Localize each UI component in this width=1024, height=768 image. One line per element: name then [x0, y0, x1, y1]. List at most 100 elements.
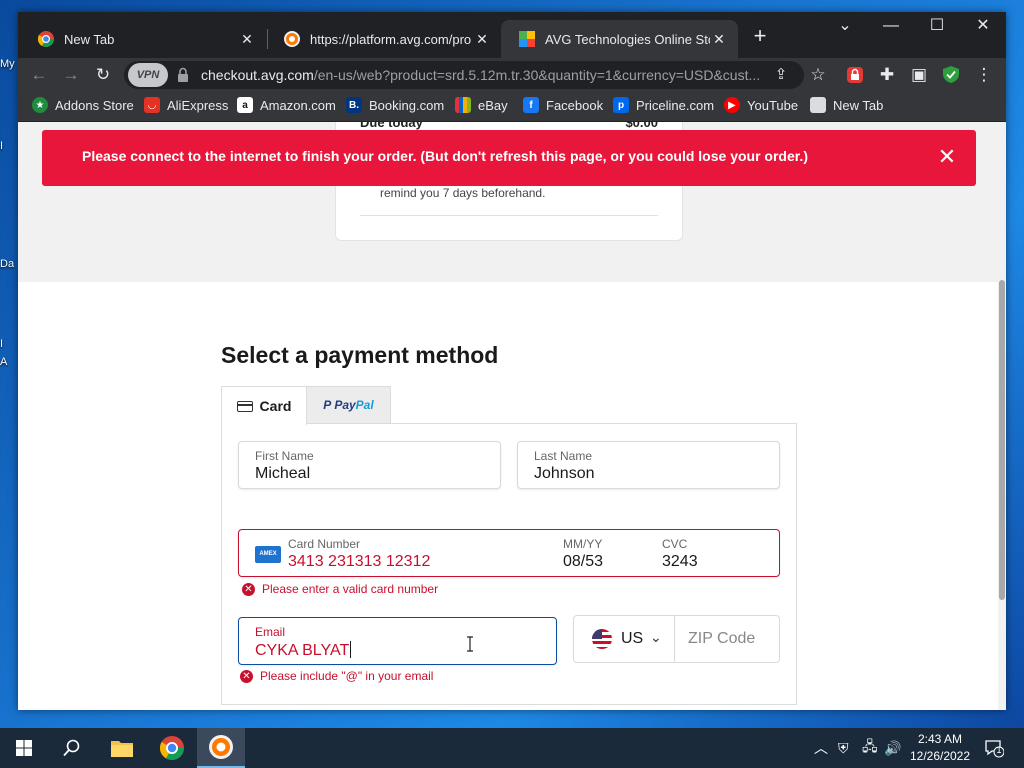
card-number-label: Card Number [288, 537, 361, 551]
facebook-icon: f [523, 97, 539, 113]
browser-toolbar: ← → ↻ VPN checkout.avg.com/en-us/web?pro… [18, 58, 1006, 92]
summary-divider [360, 215, 658, 216]
maximize-icon[interactable]: ☐ [914, 12, 960, 42]
last-name-field[interactable]: Last Name Johnson [517, 441, 780, 489]
desktop-icon-label[interactable]: I [0, 338, 3, 350]
action-center-button[interactable]: 1 [984, 738, 1005, 758]
extension-lock-icon[interactable] [842, 62, 868, 88]
bookmark-label: Facebook [546, 97, 604, 113]
network-icon: 🖧 [862, 738, 878, 754]
tab-search-chevron-icon[interactable]: ⌄ [822, 12, 868, 42]
security-tray-icon[interactable]: ⛨ [838, 728, 849, 768]
first-name-field[interactable]: First Name Micheal [238, 441, 501, 489]
cvc-value[interactable]: 3243 [662, 553, 698, 571]
chrome-taskbar-button[interactable] [148, 728, 196, 768]
vpn-badge[interactable]: VPN [128, 63, 168, 87]
shield-check-icon[interactable] [938, 62, 964, 88]
bookmark-addons-store[interactable]: ★ Addons Store [32, 97, 134, 113]
amazon-icon: a [237, 97, 253, 113]
minimize-icon[interactable]: — [868, 12, 914, 42]
tab-title: AVG Technologies Online Store - [545, 31, 710, 47]
paypal-logo-icon: P [323, 398, 332, 412]
chevron-up-icon: ︿ [814, 740, 828, 756]
close-tab-icon[interactable]: ✕ [710, 31, 728, 48]
close-alert-icon[interactable]: ✕ [936, 146, 958, 168]
side-panel-icon[interactable]: ▣ [906, 62, 932, 88]
tab-new-tab[interactable]: New Tab ✕ [20, 20, 266, 58]
email-error-message: ✕ Please include "@" in your email [240, 669, 433, 683]
bookmark-booking[interactable]: B. Booking.com [346, 97, 444, 113]
avg-browser-icon [209, 735, 233, 759]
address-bar[interactable]: VPN checkout.avg.com/en-us/web?product=s… [124, 61, 804, 89]
expiry-value[interactable]: 08/53 [563, 553, 603, 571]
tab-title: https://platform.avg.com/pro [310, 31, 472, 47]
network-tray-icon[interactable]: 🖧 [862, 728, 878, 768]
url-text[interactable]: checkout.avg.com/en-us/web?product=srd.5… [201, 67, 771, 83]
share-icon[interactable]: ⇪ [770, 64, 792, 86]
new-tab-icon[interactable]: + [748, 25, 772, 47]
desktop-icon-label[interactable]: I [0, 140, 3, 152]
desktop-icon-label[interactable]: Da [0, 258, 14, 270]
page-scrollbar[interactable] [998, 122, 1006, 710]
payment-method-title: Select a payment method [221, 342, 499, 368]
offline-alert-banner: Please connect to the internet to finish… [42, 130, 976, 186]
bookmark-star-icon[interactable]: ☆ [805, 62, 831, 88]
taskbar-clock[interactable]: 2:43 AM 12/26/2022 [900, 731, 980, 765]
avg-browser-taskbar-button[interactable] [197, 728, 245, 768]
card-number-field[interactable]: AMEX Card Number 3413 231313 12312 MM/YY… [238, 529, 780, 577]
forward-arrow-icon[interactable]: → [58, 62, 84, 88]
clock-date: 12/26/2022 [909, 749, 971, 763]
bookmark-new-tab[interactable]: New Tab [810, 97, 883, 113]
new-tab-page-icon [810, 97, 826, 113]
tab-avg-store[interactable]: AVG Technologies Online Store - ✕ [501, 20, 738, 58]
search-icon [63, 739, 80, 757]
bookmark-label: Booking.com [369, 97, 445, 113]
lock-icon[interactable] [176, 67, 190, 83]
tab-card[interactable]: Card [221, 386, 307, 425]
tab-platform-avg[interactable]: https://platform.avg.com/pro ✕ [266, 20, 501, 58]
back-arrow-icon[interactable]: ← [26, 62, 52, 88]
volume-tray-icon[interactable]: 🔊 [884, 728, 901, 768]
last-name-value: Johnson [534, 465, 595, 482]
booking-icon: B. [346, 97, 362, 113]
first-name-value: Micheal [255, 465, 311, 482]
chevron-down-icon: ⌄ [650, 629, 662, 645]
bookmark-facebook[interactable]: f Facebook [523, 97, 603, 113]
bookmark-youtube[interactable]: ▶ YouTube [724, 97, 798, 113]
extensions-puzzle-icon[interactable]: ✚ [874, 62, 900, 88]
due-today-label: Due today [360, 122, 423, 130]
reload-icon[interactable]: ↻ [90, 62, 116, 88]
bookmark-priceline[interactable]: p Priceline.com [613, 97, 714, 113]
close-window-icon[interactable]: ✕ [960, 12, 1006, 42]
reminder-text: remind you 7 days beforehand. [380, 186, 546, 200]
avg-store-icon [519, 31, 535, 47]
close-tab-icon[interactable]: ✕ [238, 31, 256, 48]
country-select[interactable]: US ⌄ [574, 616, 674, 662]
card-error-text: Please enter a valid card number [262, 582, 439, 596]
bookmark-label: New Tab [833, 97, 884, 113]
bookmark-ebay[interactable]: eBay [455, 97, 508, 113]
tab-paypal[interactable]: P Pay Pal [307, 386, 391, 424]
email-value-text: CYKA BLYAT [255, 642, 350, 659]
bookmark-amazon[interactable]: a Amazon.com [237, 97, 336, 113]
paypal-logo-text-1: Pay [334, 398, 356, 412]
menu-kebab-icon[interactable]: ⋮ [971, 62, 997, 88]
url-path: /en-us/web?product=srd.5.12m.tr.30&quant… [313, 67, 761, 83]
email-field[interactable]: Email CYKA BLYAT [238, 617, 557, 665]
zip-code-input[interactable]: ZIP Code [688, 630, 755, 648]
error-icon: ✕ [242, 582, 255, 596]
file-explorer-button[interactable] [98, 728, 146, 768]
desktop-icon-label[interactable]: A [0, 356, 7, 368]
desktop-icon-label[interactable]: My [0, 58, 15, 70]
search-button[interactable] [48, 728, 96, 768]
scrollbar-thumb[interactable] [999, 280, 1005, 600]
chrome-icon [38, 31, 54, 47]
bookmark-label: eBay [478, 97, 508, 113]
bookmark-aliexpress[interactable]: ◡ AliExpress [144, 97, 228, 113]
show-hidden-icons[interactable]: ︿ [814, 728, 828, 768]
aliexpress-icon: ◡ [144, 97, 160, 113]
close-tab-icon[interactable]: ✕ [473, 31, 491, 48]
start-button[interactable] [0, 728, 48, 768]
us-flag-icon [592, 629, 612, 649]
email-value: CYKA BLYAT [255, 641, 352, 660]
